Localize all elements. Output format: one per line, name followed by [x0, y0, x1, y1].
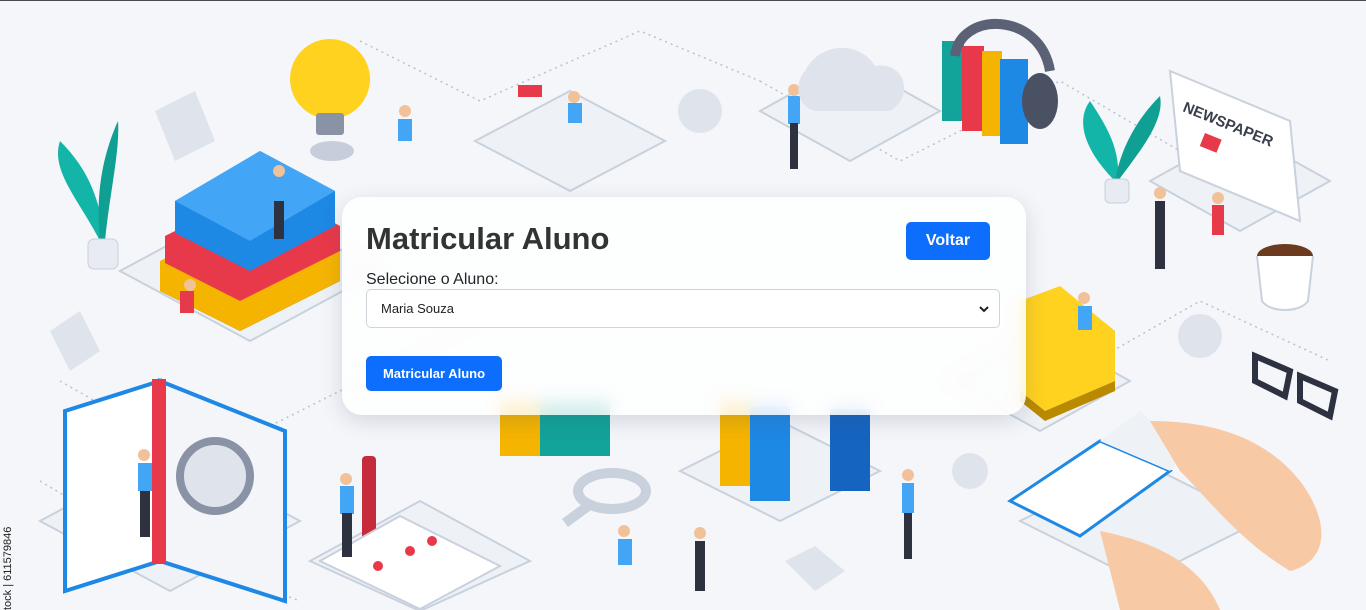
magnifier-small [562, 468, 651, 528]
enroll-student-button[interactable]: Matricular Aluno [366, 356, 502, 391]
headphone-books [942, 19, 1058, 144]
plant-right [1083, 96, 1161, 204]
back-button[interactable]: Voltar [906, 222, 990, 260]
plant-left [58, 121, 119, 270]
stock-watermark: tock | 611579846 [2, 526, 14, 610]
glasses-illustration [1252, 351, 1339, 421]
enroll-student-card: Matricular Aluno Voltar Selecione o Alun… [342, 197, 1026, 415]
student-select[interactable]: Maria Souza [366, 289, 1000, 328]
chevron-down-icon [979, 306, 989, 313]
open-book-magnifier [63, 378, 287, 604]
student-select-label: Selecione o Aluno: [366, 271, 499, 288]
yellow-book-right [1020, 286, 1115, 421]
page-title: Matricular Aluno [366, 221, 610, 256]
lightbulb-illustration [290, 39, 370, 161]
student-select-value: Maria Souza [381, 301, 454, 316]
coffee-cup [1256, 244, 1314, 311]
